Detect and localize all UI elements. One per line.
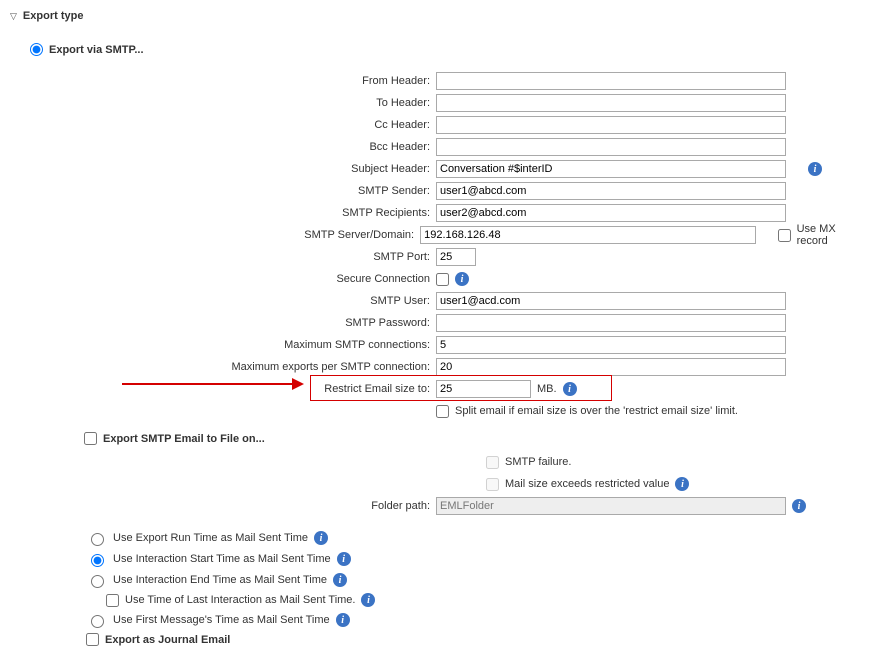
end-time-radio[interactable] <box>91 575 104 588</box>
last-interaction-checkbox[interactable] <box>106 594 119 607</box>
secure-connection-checkbox[interactable] <box>436 273 449 286</box>
folder-path-label: Folder path: <box>30 500 436 512</box>
smtp-server-label: SMTP Server/Domain: <box>30 229 420 241</box>
info-icon[interactable]: i <box>333 573 347 587</box>
mail-exceeds-label: Mail size exceeds restricted value <box>505 478 669 490</box>
info-icon[interactable]: i <box>314 531 328 545</box>
run-time-radio-row[interactable]: Use Export Run Time as Mail Sent Time i <box>86 530 866 546</box>
split-email-label: Split email if email size is over the 'r… <box>455 405 738 417</box>
smtp-failure-checkbox[interactable] <box>486 456 499 469</box>
bcc-header-label: Bcc Header: <box>30 141 436 153</box>
secure-connection-label: Secure Connection <box>30 273 436 285</box>
section-title: Export type <box>23 10 84 22</box>
mail-exceeds-checkbox[interactable] <box>486 478 499 491</box>
subject-header-label: Subject Header: <box>30 163 436 175</box>
smtp-sender-label: SMTP Sender: <box>30 185 436 197</box>
cc-header-input[interactable] <box>436 116 786 134</box>
info-icon[interactable]: i <box>563 382 577 396</box>
smtp-sender-input[interactable] <box>436 182 786 200</box>
use-mx-label: Use MX record <box>797 223 866 247</box>
export-to-file-checkbox[interactable] <box>84 432 97 445</box>
first-msg-radio-row[interactable]: Use First Message's Time as Mail Sent Ti… <box>86 612 866 628</box>
export-via-smtp-radio[interactable] <box>30 43 43 56</box>
start-time-radio-row[interactable]: Use Interaction Start Time as Mail Sent … <box>86 551 866 567</box>
export-to-file-label: Export SMTP Email to File on... <box>103 433 265 445</box>
export-to-file-row[interactable]: Export SMTP Email to File on... <box>84 432 866 445</box>
smtp-port-label: SMTP Port: <box>30 251 436 263</box>
end-time-radio-row[interactable]: Use Interaction End Time as Mail Sent Ti… <box>86 572 866 588</box>
subject-header-input[interactable] <box>436 160 786 178</box>
info-icon[interactable]: i <box>808 162 822 176</box>
info-icon[interactable]: i <box>336 613 350 627</box>
first-msg-radio[interactable] <box>91 615 104 628</box>
last-interaction-row[interactable]: Use Time of Last Interaction as Mail Sen… <box>106 593 866 607</box>
from-header-label: From Header: <box>30 75 436 87</box>
smtp-failure-label: SMTP failure. <box>505 456 571 468</box>
smtp-recipients-label: SMTP Recipients: <box>30 207 436 219</box>
use-mx-checkbox[interactable] <box>778 229 791 242</box>
bcc-header-input[interactable] <box>436 138 786 156</box>
smtp-password-input[interactable] <box>436 314 786 332</box>
section-header[interactable]: ▽ Export type <box>0 6 884 27</box>
info-icon[interactable]: i <box>792 499 806 513</box>
smtp-user-label: SMTP User: <box>30 295 436 307</box>
run-time-radio[interactable] <box>91 533 104 546</box>
last-interaction-label: Use Time of Last Interaction as Mail Sen… <box>125 594 355 606</box>
smtp-password-label: SMTP Password: <box>30 317 436 329</box>
info-icon[interactable]: i <box>337 552 351 566</box>
to-header-label: To Header: <box>30 97 436 109</box>
run-time-label: Use Export Run Time as Mail Sent Time <box>113 532 308 544</box>
start-time-radio[interactable] <box>91 554 104 567</box>
chevron-down-icon: ▽ <box>10 11 17 22</box>
folder-path-input[interactable] <box>436 497 786 515</box>
max-conn-label: Maximum SMTP connections: <box>30 339 436 351</box>
first-msg-label: Use First Message's Time as Mail Sent Ti… <box>113 614 330 626</box>
export-via-smtp-label: Export via SMTP... <box>49 44 144 56</box>
smtp-recipients-input[interactable] <box>436 204 786 222</box>
smtp-user-input[interactable] <box>436 292 786 310</box>
smtp-server-input[interactable] <box>420 226 755 244</box>
info-icon[interactable]: i <box>675 477 689 491</box>
max-exports-input[interactable] <box>436 358 786 376</box>
cc-header-label: Cc Header: <box>30 119 436 131</box>
to-header-input[interactable] <box>436 94 786 112</box>
max-conn-input[interactable] <box>436 336 786 354</box>
start-time-label: Use Interaction Start Time as Mail Sent … <box>113 553 331 565</box>
end-time-label: Use Interaction End Time as Mail Sent Ti… <box>113 574 327 586</box>
restrict-size-unit: MB. <box>537 383 557 395</box>
info-icon[interactable]: i <box>455 272 469 286</box>
from-header-input[interactable] <box>436 72 786 90</box>
export-via-smtp-radio-row[interactable]: Export via SMTP... <box>30 43 866 56</box>
arrow-annotation <box>122 378 304 390</box>
info-icon[interactable]: i <box>361 593 375 607</box>
max-exports-label: Maximum exports per SMTP connection: <box>30 361 436 373</box>
restrict-size-input[interactable] <box>436 380 531 398</box>
smtp-port-input[interactable] <box>436 248 476 266</box>
split-email-checkbox[interactable] <box>436 405 449 418</box>
